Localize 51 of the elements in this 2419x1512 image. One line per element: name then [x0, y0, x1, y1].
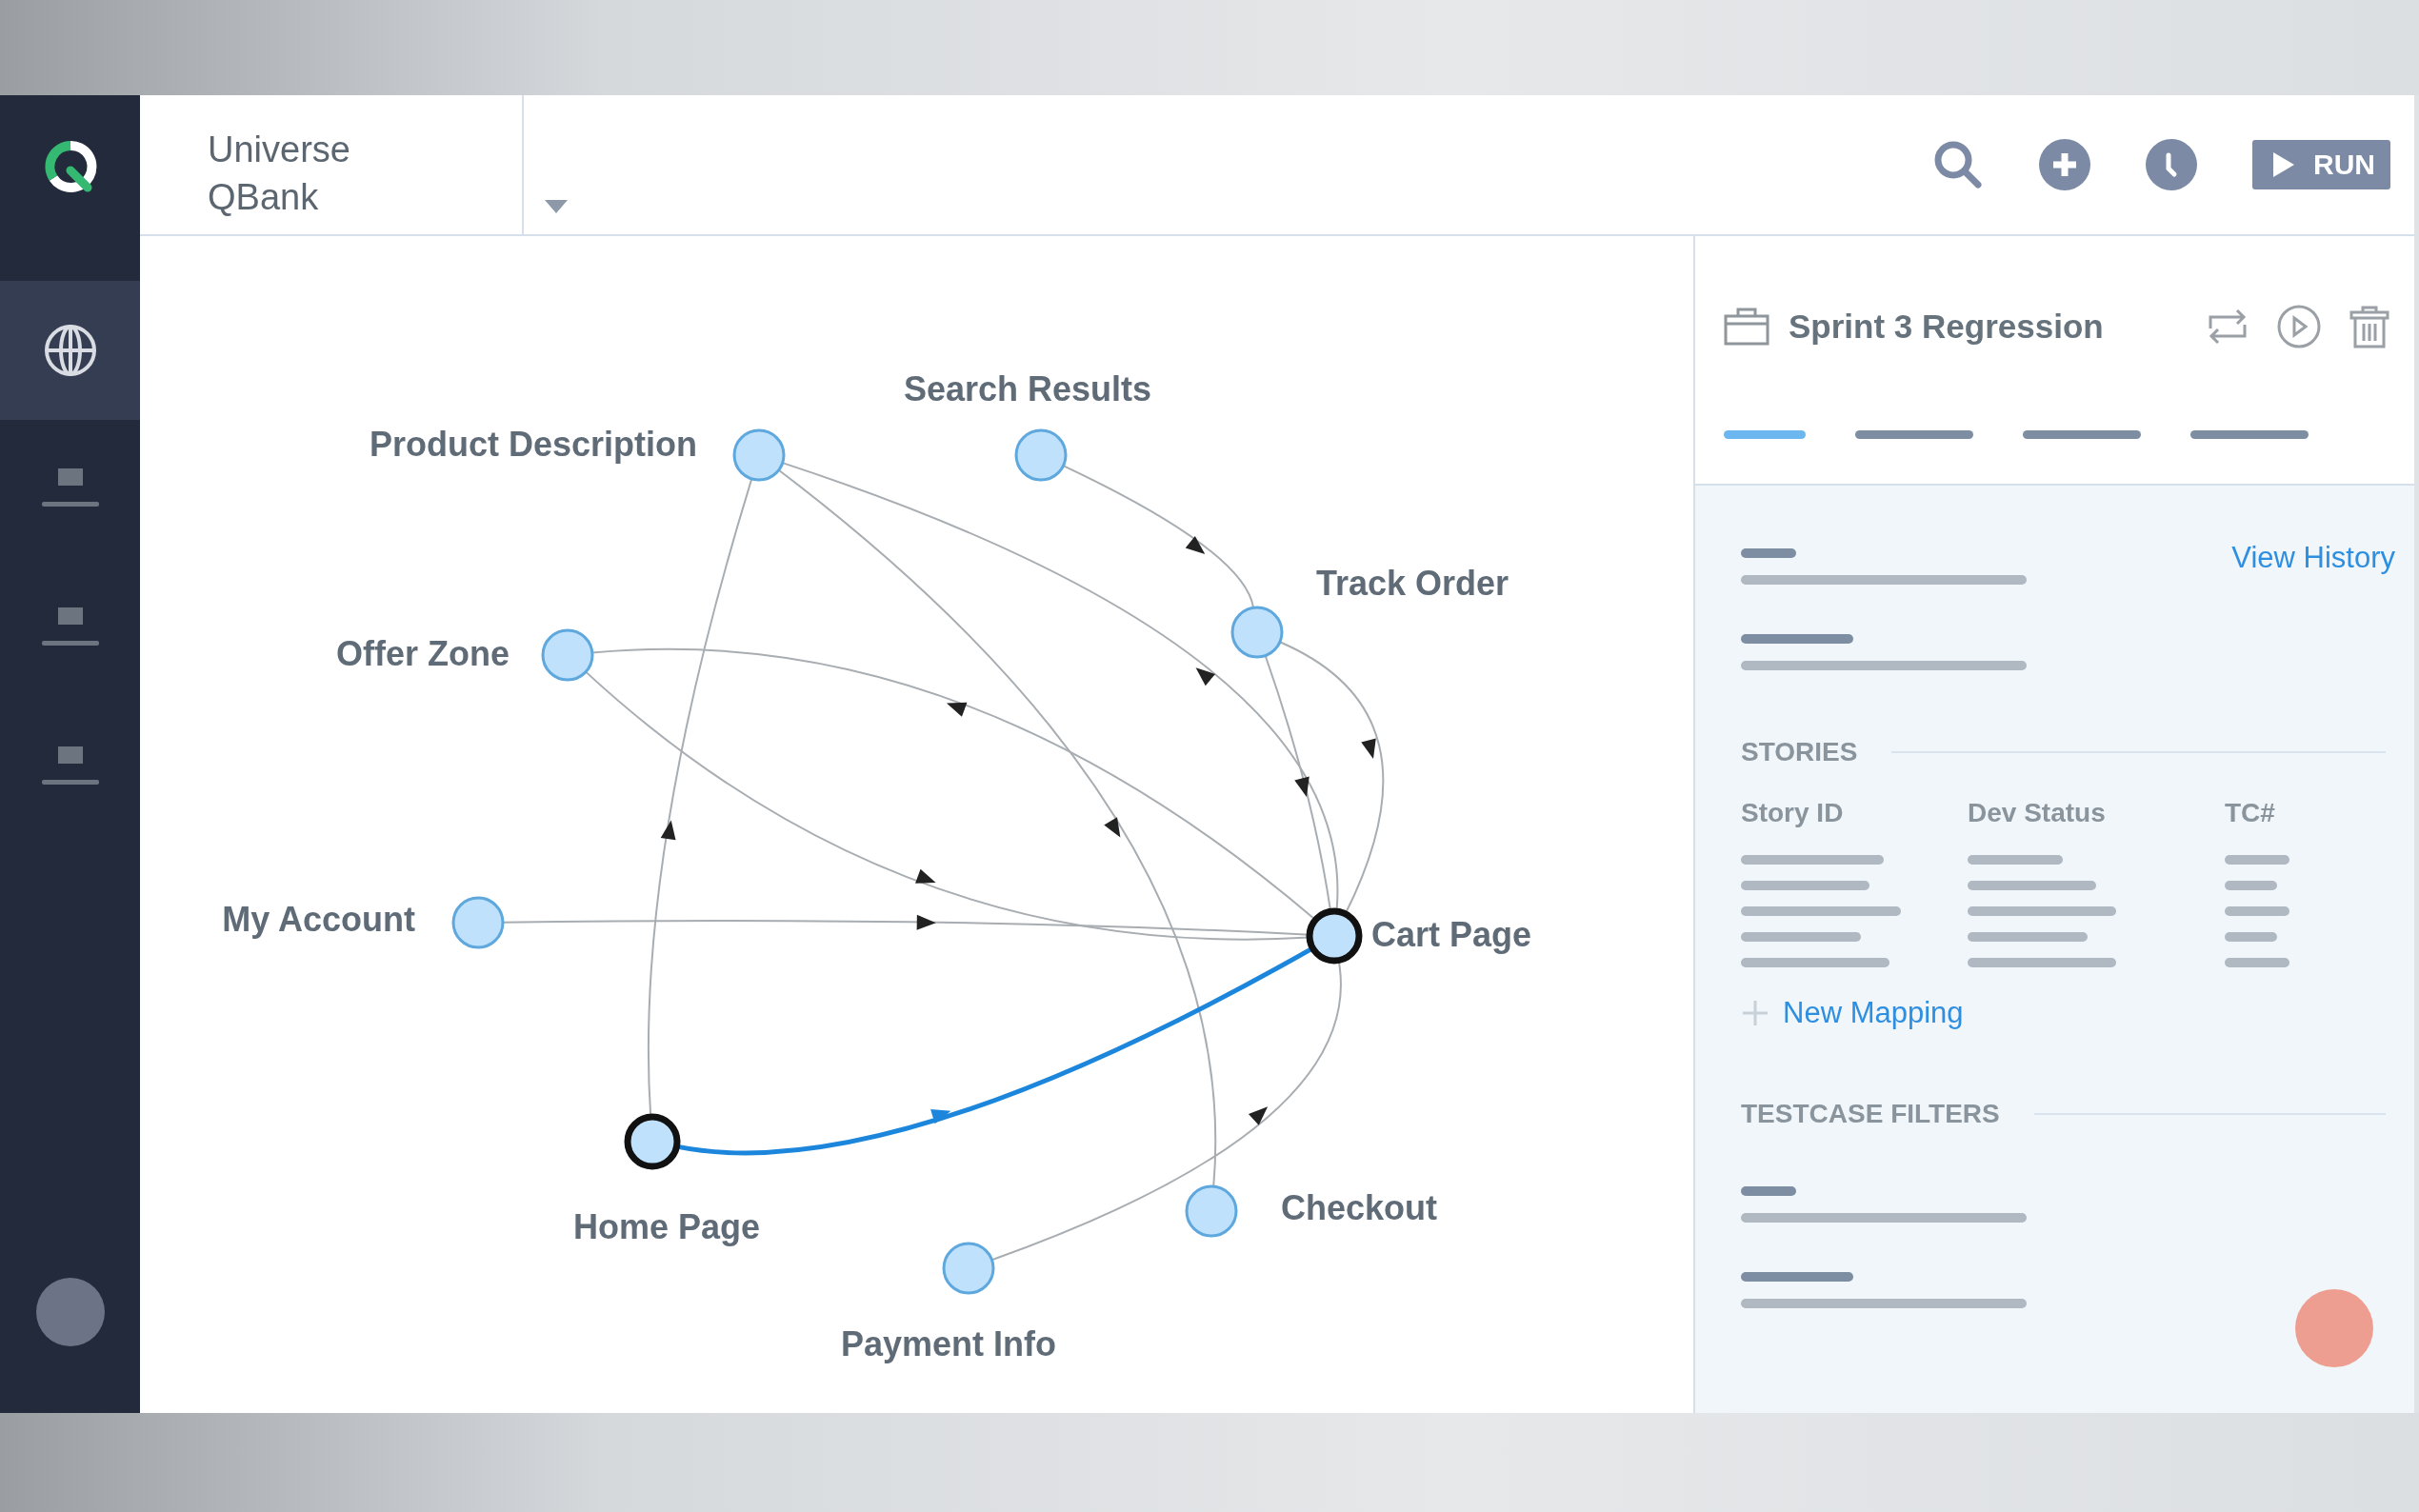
- skeleton-line: [2225, 932, 2277, 942]
- tab[interactable]: [2190, 430, 2309, 439]
- node-label: Payment Info: [841, 1323, 1056, 1363]
- new-mapping-link[interactable]: New Mapping: [1741, 996, 2386, 1030]
- node-label: Search Results: [903, 368, 1152, 408]
- tab[interactable]: [1724, 430, 1806, 439]
- column-header: TC#: [2225, 798, 2276, 828]
- tab[interactable]: [1855, 430, 1973, 439]
- skeleton-line: [1741, 1186, 1796, 1196]
- plus-icon: [1741, 999, 1769, 1027]
- node-label: Cart Page: [1371, 914, 1532, 954]
- skeleton-line: [2225, 958, 2289, 967]
- sidebar-item[interactable]: [0, 281, 140, 420]
- graph-node[interactable]: [732, 428, 786, 482]
- column-header: Dev Status: [1968, 798, 2107, 828]
- graph-node[interactable]: [624, 1113, 681, 1170]
- play-button[interactable]: [2277, 305, 2321, 348]
- globe-icon: [43, 324, 97, 377]
- column-header: Story ID: [1741, 798, 1845, 828]
- node-label: Checkout: [1281, 1187, 1438, 1227]
- run-button[interactable]: RUN: [2252, 140, 2390, 189]
- suite-title: Sprint 3 Regression: [1789, 308, 2105, 346]
- skeleton-line: [1741, 548, 1796, 558]
- skeleton-line: [2225, 906, 2289, 916]
- delete-button[interactable]: [2349, 305, 2389, 348]
- caret-icon[interactable]: [545, 200, 568, 213]
- section-heading: STORIES: [1741, 737, 1858, 767]
- graph-node[interactable]: [541, 628, 594, 682]
- graph-node[interactable]: [1230, 606, 1284, 659]
- tab[interactable]: [2023, 430, 2141, 439]
- briefcase-icon: [1724, 308, 1769, 346]
- graph-node[interactable]: [451, 896, 505, 949]
- node-label: Track Order: [1316, 563, 1509, 603]
- view-history-link[interactable]: View History: [2231, 541, 2395, 575]
- history-button[interactable]: [2146, 139, 2197, 190]
- node-label: Offer Zone: [336, 633, 510, 673]
- skeleton-line: [2225, 881, 2277, 890]
- graph-node[interactable]: [1306, 907, 1363, 965]
- graph-node[interactable]: [942, 1242, 995, 1295]
- graph-node[interactable]: [1185, 1184, 1238, 1238]
- node-label: Home Page: [572, 1206, 761, 1246]
- node-label: Product Description: [369, 424, 697, 464]
- add-button[interactable]: [2039, 139, 2090, 190]
- graph-node[interactable]: [1014, 428, 1068, 482]
- search-button[interactable]: [1932, 139, 1984, 190]
- repeat-button[interactable]: [2207, 308, 2249, 346]
- project-name: Universe QBank: [208, 129, 351, 219]
- skeleton-line: [2225, 855, 2289, 865]
- play-icon: [2273, 152, 2294, 177]
- section-heading: TESTCASE FILTERS: [1741, 1099, 2000, 1129]
- node-label: My Account: [222, 899, 415, 939]
